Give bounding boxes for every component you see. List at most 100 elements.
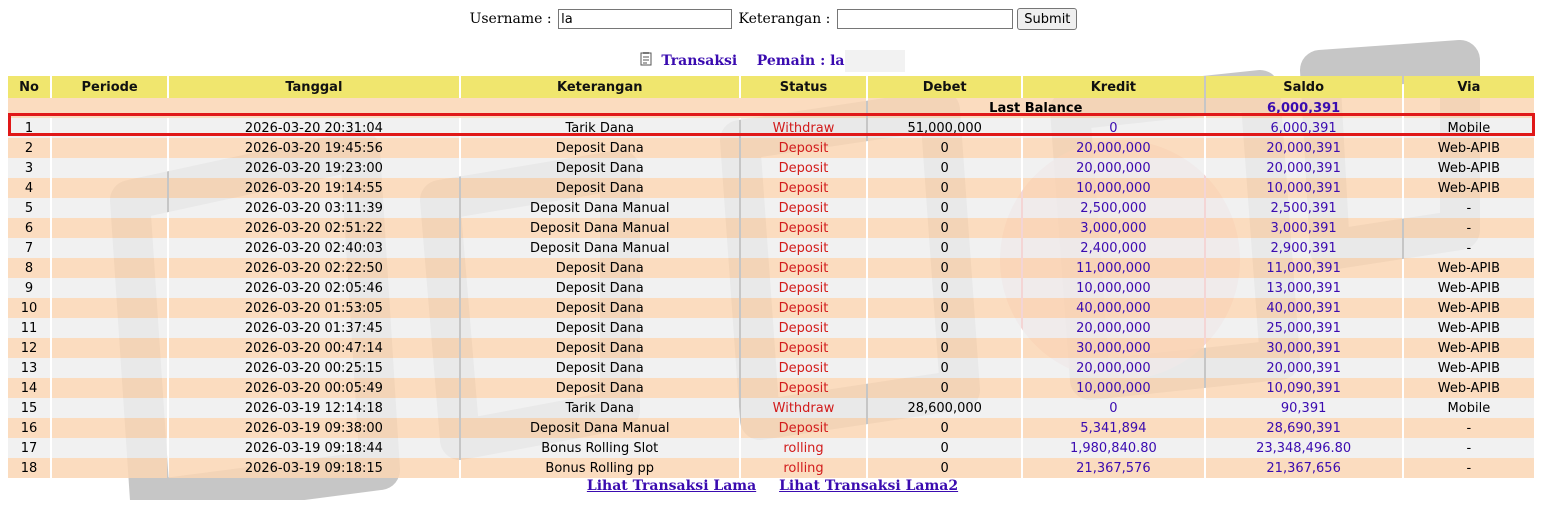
cell-periode (52, 378, 168, 398)
cell-debet: 0 (868, 198, 1022, 218)
cell-saldo: 2,500,391 (1205, 198, 1402, 218)
cell-tanggal: 2026-03-20 19:14:55 (169, 178, 459, 198)
cell-no: 1 (8, 118, 51, 138)
cell-status: Deposit (740, 298, 867, 318)
cell-no: 12 (8, 338, 51, 358)
cell-kredit: 0 (1023, 398, 1204, 418)
cell-debet: 0 (868, 378, 1022, 398)
username-input[interactable] (558, 9, 733, 29)
table-row: 15 2026-03-19 12:14:18 Tarik Dana Withdraw 2… (8, 398, 1534, 418)
cell-saldo: 20,000,391 (1205, 138, 1402, 158)
cell-via: Web-APIB (1403, 258, 1534, 278)
transaction-table: No Periode Tanggal Keterangan Status Deb… (6, 76, 1536, 478)
table-row: 6 2026-03-20 02:51:22 Deposit Dana Manual D… (8, 218, 1534, 238)
cell-via: Web-APIB (1403, 338, 1534, 358)
cell-saldo: 3,000,391 (1205, 218, 1402, 238)
cell-via: Mobile (1403, 118, 1534, 138)
footer-links: Lihat Transaksi Lama Lihat Transaksi Lam… (0, 478, 1545, 494)
cell-via: - (1403, 458, 1534, 478)
cell-no: 17 (8, 438, 51, 458)
redacted-mask (844, 50, 905, 72)
cell-via: - (1403, 198, 1534, 218)
old-transactions-link[interactable]: Lihat Transaksi Lama (587, 478, 756, 494)
cell-saldo: 13,000,391 (1205, 278, 1402, 298)
cell-status: Deposit (740, 318, 867, 338)
cell-status: rolling (740, 458, 867, 478)
cell-periode (52, 358, 168, 378)
cell-keterangan: Bonus Rolling pp (460, 458, 739, 478)
cell-tanggal: 2026-03-19 12:14:18 (169, 398, 459, 418)
cell-status: Deposit (740, 238, 867, 258)
cell-debet: 0 (868, 318, 1022, 338)
cell-keterangan: Bonus Rolling Slot (460, 438, 739, 458)
cell-debet: 0 (868, 178, 1022, 198)
cell-kredit: 0 (1023, 118, 1204, 138)
keterangan-input[interactable] (836, 9, 1013, 29)
cell-no: 6 (8, 218, 51, 238)
cell-periode (52, 198, 168, 218)
col-header-tanggal: Tanggal (169, 76, 459, 98)
cell-no: 15 (8, 398, 51, 418)
cell-status: Deposit (740, 218, 867, 238)
cell-keterangan: Deposit Dana Manual (460, 198, 739, 218)
table-row: 1 2026-03-20 20:31:04 Tarik Dana Withdraw 51… (8, 118, 1534, 138)
cell-periode (52, 298, 168, 318)
cell-keterangan: Deposit Dana (460, 338, 739, 358)
cell-no: 10 (8, 298, 51, 318)
cell-keterangan: Deposit Dana (460, 178, 739, 198)
cell-periode (52, 118, 168, 138)
keterangan-label: Keterangan : (738, 11, 831, 27)
cell-via: - (1403, 238, 1534, 258)
cell-debet: 0 (868, 278, 1022, 298)
cell-saldo: 20,000,391 (1205, 358, 1402, 378)
cell-kredit: 40,000,000 (1023, 298, 1204, 318)
cell-kredit: 10,000,000 (1023, 278, 1204, 298)
cell-kredit: 20,000,000 (1023, 318, 1204, 338)
cell-no: 3 (8, 158, 51, 178)
cell-kredit: 2,400,000 (1023, 238, 1204, 258)
cell-no: 5 (8, 198, 51, 218)
col-header-keterangan: Keterangan (460, 76, 739, 98)
cell-tanggal: 2026-03-20 02:51:22 (169, 218, 459, 238)
cell-periode (52, 458, 168, 478)
cell-saldo: 30,000,391 (1205, 338, 1402, 358)
cell-kredit: 3,000,000 (1023, 218, 1204, 238)
cell-periode (52, 438, 168, 458)
table-row: 3 2026-03-20 19:23:00 Deposit Dana Deposit 0… (8, 158, 1534, 178)
table-row: 11 2026-03-20 01:37:45 Deposit Dana Deposit… (8, 318, 1534, 338)
old-transactions2-link[interactable]: Lihat Transaksi Lama2 (779, 478, 958, 494)
player-label: Pemain : la (756, 53, 845, 69)
col-header-status: Status (740, 76, 867, 98)
cell-keterangan: Deposit Dana Manual (460, 218, 739, 238)
cell-via: Web-APIB (1403, 178, 1534, 198)
cell-via: Web-APIB (1403, 298, 1534, 318)
cell-tanggal: 2026-03-19 09:18:15 (169, 458, 459, 478)
cell-periode (52, 158, 168, 178)
cell-via: - (1403, 218, 1534, 238)
cell-tanggal: 2026-03-20 01:53:05 (169, 298, 459, 318)
submit-button[interactable]: Submit (1017, 8, 1078, 30)
cell-tanggal: 2026-03-20 20:31:04 (169, 118, 459, 138)
cell-periode (52, 258, 168, 278)
cell-saldo: 23,348,496.80 (1205, 438, 1402, 458)
cell-keterangan: Deposit Dana (460, 158, 739, 178)
cell-kredit: 11,000,000 (1023, 258, 1204, 278)
cell-kredit: 21,367,576 (1023, 458, 1204, 478)
cell-periode (52, 178, 168, 198)
cell-debet: 0 (868, 298, 1022, 318)
cell-tanggal: 2026-03-20 00:25:15 (169, 358, 459, 378)
cell-kredit: 2,500,000 (1023, 198, 1204, 218)
cell-no: 11 (8, 318, 51, 338)
cell-keterangan: Tarik Dana (460, 118, 739, 138)
table-header-row: No Periode Tanggal Keterangan Status Deb… (8, 76, 1534, 98)
cell-saldo: 6,000,391 (1205, 118, 1402, 138)
cell-status: Deposit (740, 418, 867, 438)
cell-saldo: 10,090,391 (1205, 378, 1402, 398)
cell-keterangan: Deposit Dana (460, 278, 739, 298)
cell-status: Deposit (740, 338, 867, 358)
cell-kredit: 20,000,000 (1023, 158, 1204, 178)
table-row: 14 2026-03-20 00:05:49 Deposit Dana Deposit… (8, 378, 1534, 398)
cell-tanggal: 2026-03-20 00:47:14 (169, 338, 459, 358)
cell-tanggal: 2026-03-20 02:40:03 (169, 238, 459, 258)
cell-via: Web-APIB (1403, 378, 1534, 398)
